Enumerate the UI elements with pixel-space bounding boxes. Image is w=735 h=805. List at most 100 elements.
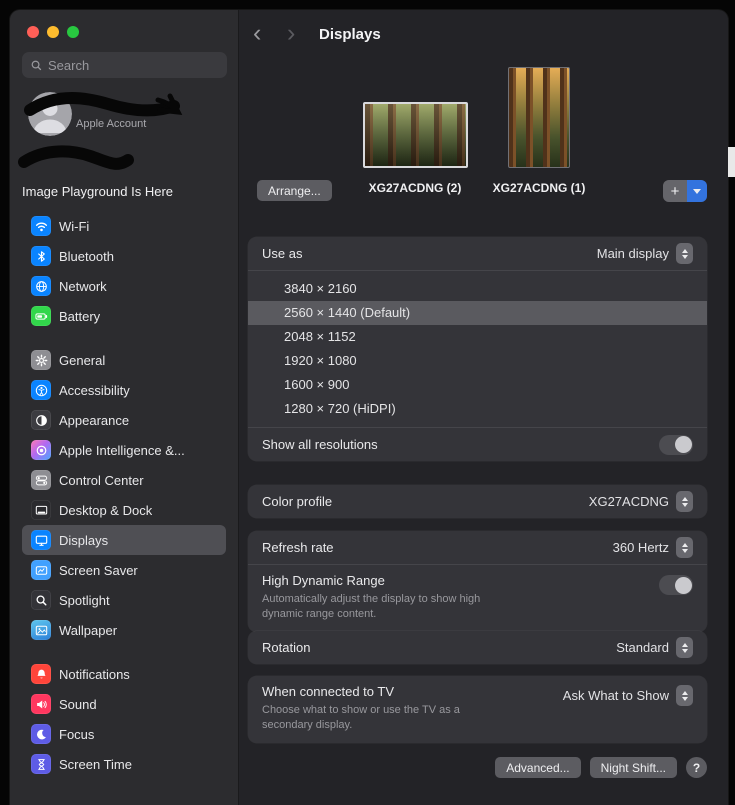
hdr-toggle[interactable] [659, 575, 693, 595]
close-button[interactable] [27, 26, 39, 38]
sidebar-item-screen-saver[interactable]: Screen Saver [22, 555, 226, 585]
rotation-row: Rotation Standard [248, 631, 707, 664]
toggle-knob [675, 436, 692, 453]
refresh-rate-value: 360 Hertz [613, 540, 669, 555]
show-all-resolutions-label: Show all resolutions [262, 437, 378, 452]
sidebar-item-label: Battery [59, 309, 100, 324]
toggle-knob [675, 577, 692, 594]
sidebar-item-desktop-dock[interactable]: Desktop & Dock [22, 495, 226, 525]
sidebar-item-label: Wallpaper [59, 623, 117, 638]
sidebar-item-wifi[interactable]: Wi-Fi [22, 211, 226, 241]
sidebar-item-focus[interactable]: Focus [22, 719, 226, 749]
search-field[interactable] [22, 52, 227, 78]
avatar [28, 92, 72, 136]
stepper-icon [676, 491, 693, 512]
sidebar-item-apple-intelligence[interactable]: Apple Intelligence &... [22, 435, 226, 465]
back-chevron-icon[interactable]: ‹ [253, 22, 261, 44]
page-title: Displays [319, 26, 381, 43]
tv-description: Choose what to show or use the TV as a s… [262, 703, 494, 733]
stepper-icon [676, 243, 693, 264]
resolution-option[interactable]: 2048 × 1152 [248, 325, 707, 349]
forward-chevron-icon[interactable]: › [287, 22, 295, 44]
sidebar-item-label: Control Center [59, 473, 144, 488]
refresh-rate-popup[interactable]: 360 Hertz [613, 537, 693, 558]
gear-icon [31, 350, 51, 370]
sidebar-group-gap [10, 645, 238, 659]
add-display-button[interactable]: + [663, 180, 707, 202]
display-icon [31, 530, 51, 550]
battery-icon [31, 306, 51, 326]
use-as-value: Main display [597, 246, 669, 261]
resolution-option-selected[interactable]: 2560 × 1440 (Default) [248, 301, 707, 325]
color-profile-value: XG27ACDNG [589, 494, 669, 509]
tv-card: When connected to TV Choose what to show… [248, 676, 707, 743]
color-profile-popup[interactable]: XG27ACDNG [589, 491, 693, 512]
search-icon [30, 59, 43, 72]
use-as-row: Use as Main display [248, 237, 707, 270]
help-button[interactable]: ? [686, 757, 707, 778]
sidebar-item-accessibility[interactable]: Accessibility [22, 375, 226, 405]
add-display-dropdown[interactable] [687, 180, 707, 202]
refresh-rate-card: Refresh rate 360 Hertz High Dynamic Rang… [248, 531, 707, 632]
sidebar-item-label: Spotlight [59, 593, 110, 608]
hdr-label: High Dynamic Range [262, 573, 494, 588]
sidebar-item-label: Appearance [59, 413, 129, 428]
sidebar-item-label: Desktop & Dock [59, 503, 152, 518]
use-as-popup[interactable]: Main display [597, 243, 693, 264]
resolution-option[interactable]: 1920 × 1080 [248, 349, 707, 373]
color-profile-row: Color profile XG27ACDNG [248, 485, 707, 518]
sidebar-item-wallpaper[interactable]: Wallpaper [22, 615, 226, 645]
resolution-list: 3840 × 2160 2560 × 1440 (Default) 2048 ×… [248, 271, 707, 427]
globe-icon [31, 276, 51, 296]
stepper-icon [676, 537, 693, 558]
bluetooth-icon [31, 246, 51, 266]
hdr-description: Automatically adjust the display to show… [262, 592, 494, 622]
tv-row: When connected to TV Choose what to show… [248, 676, 707, 743]
sidebar-item-notifications[interactable]: Notifications [22, 659, 226, 689]
sidebar-item-screen-time[interactable]: Screen Time [22, 749, 226, 779]
minimize-button[interactable] [47, 26, 59, 38]
window-controls [10, 10, 238, 38]
sidebar-item-label: Screen Time [59, 757, 132, 772]
main-content: ‹ › Displays XG27ACDNG (2) XG27ACDNG (1)… [239, 10, 728, 805]
speaker-icon [31, 694, 51, 714]
apple-intelligence-icon [31, 440, 51, 460]
sidebar-item-label: Screen Saver [59, 563, 138, 578]
sidebar-item-bluetooth[interactable]: Bluetooth [22, 241, 226, 271]
advanced-button[interactable]: Advanced... [495, 757, 580, 778]
sidebar-item-label: Apple Intelligence &... [59, 443, 185, 458]
account-row[interactable]: Apple Account [10, 90, 238, 148]
show-all-resolutions-toggle[interactable] [659, 435, 693, 455]
rotation-popup[interactable]: Standard [616, 637, 693, 658]
bell-icon [31, 664, 51, 684]
control-center-icon [31, 470, 51, 490]
tv-value: Ask What to Show [563, 688, 669, 703]
resolution-option[interactable]: 1280 × 720 (HiDPI) [248, 397, 707, 421]
sidebar-item-network[interactable]: Network [22, 271, 226, 301]
sidebar-item-sound[interactable]: Sound [22, 689, 226, 719]
resolution-option[interactable]: 1600 × 900 [248, 373, 707, 397]
plus-icon[interactable]: + [663, 180, 687, 202]
sidebar-item-appearance[interactable]: Appearance [22, 405, 226, 435]
zoom-button[interactable] [67, 26, 79, 38]
color-profile-label: Color profile [262, 494, 332, 509]
display-thumbnail-1[interactable] [363, 102, 468, 168]
screen-saver-icon [31, 560, 51, 580]
tv-popup[interactable]: Ask What to Show [563, 685, 693, 706]
sidebar-item-battery[interactable]: Battery [22, 301, 226, 331]
display-thumbnail-2[interactable] [508, 67, 570, 168]
sidebar-item-spotlight[interactable]: Spotlight [22, 585, 226, 615]
night-shift-button[interactable]: Night Shift... [590, 757, 677, 778]
sidebar: Apple Account Image Playground Is Here W… [10, 10, 239, 805]
moon-icon [31, 724, 51, 744]
rotation-value: Standard [616, 640, 669, 655]
show-all-resolutions-row: Show all resolutions [248, 428, 707, 461]
arrange-button[interactable]: Arrange... [257, 180, 332, 201]
search-input[interactable] [48, 58, 224, 73]
resolution-option[interactable]: 3840 × 2160 [248, 277, 707, 301]
desktop-background: Apple Account Image Playground Is Here W… [0, 0, 735, 805]
sidebar-item-displays[interactable]: Displays [22, 525, 226, 555]
hourglass-icon [31, 754, 51, 774]
sidebar-item-control-center[interactable]: Control Center [22, 465, 226, 495]
sidebar-item-general[interactable]: General [22, 345, 226, 375]
